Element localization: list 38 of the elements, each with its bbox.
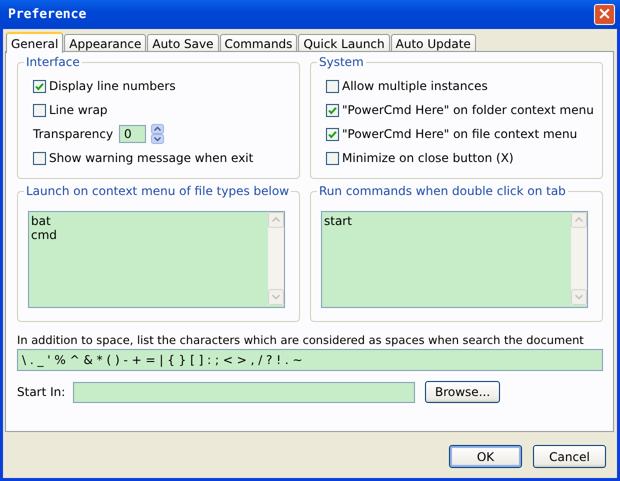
checkbox-label: Display line numbers	[49, 79, 176, 93]
spin-buttons-icon[interactable]	[151, 124, 164, 144]
checkbox[interactable]	[33, 152, 46, 164]
transparency-label: Transparency	[33, 127, 114, 141]
checkbox-label: Show warning message when exit	[49, 151, 254, 165]
checkbox-label: Minimize on close button (X)	[342, 151, 514, 165]
checkbox-label: Allow multiple instances	[342, 79, 488, 93]
checkbox-label: "PowerCmd Here" on folder context menu	[342, 103, 594, 117]
checkbox[interactable]	[326, 104, 339, 116]
number-field[interactable]: 0	[119, 125, 146, 143]
group-title: Run commands when double click on tab	[317, 184, 568, 198]
tab[interactable]: General	[6, 32, 64, 53]
scrollbar[interactable]	[268, 212, 284, 305]
checkbox[interactable]	[33, 80, 46, 92]
checkbox-label: Line wrap	[49, 103, 108, 117]
ok-button[interactable]: OK	[449, 445, 522, 468]
list-line: bat	[31, 214, 51, 228]
close-button[interactable]: ×	[594, 4, 615, 25]
text-area[interactable]: start	[321, 211, 588, 308]
checkbox[interactable]	[33, 104, 46, 116]
start-in-label: Start In:	[17, 385, 66, 399]
group-title: Interface	[24, 55, 82, 69]
checkbox[interactable]	[326, 152, 339, 164]
list-line: start	[324, 214, 352, 228]
group-title: Launch on context menu of file types below	[24, 184, 292, 198]
cancel-button[interactable]: Cancel	[533, 445, 606, 468]
checkbox[interactable]	[326, 128, 339, 140]
checkbox-label: "PowerCmd Here" on file context menu	[342, 127, 578, 141]
window-title: Preference	[8, 7, 86, 22]
separator-label: In addition to space, list the characters which are considered as spaces when search the document	[17, 333, 584, 348]
start-in-field[interactable]	[73, 382, 415, 402]
separator-characters-field[interactable]: \ . _ ' % ^ & * ( ) - + = | { } [ ] : ; < > , / ? ! . ~	[17, 349, 603, 371]
scrollbar[interactable]	[571, 212, 587, 305]
group-title: System	[317, 55, 366, 69]
text-area[interactable]: bat cmd	[28, 211, 285, 308]
browse-button[interactable]: Browse...	[425, 381, 500, 403]
checkbox[interactable]	[326, 80, 339, 92]
list-line: cmd	[31, 228, 57, 242]
